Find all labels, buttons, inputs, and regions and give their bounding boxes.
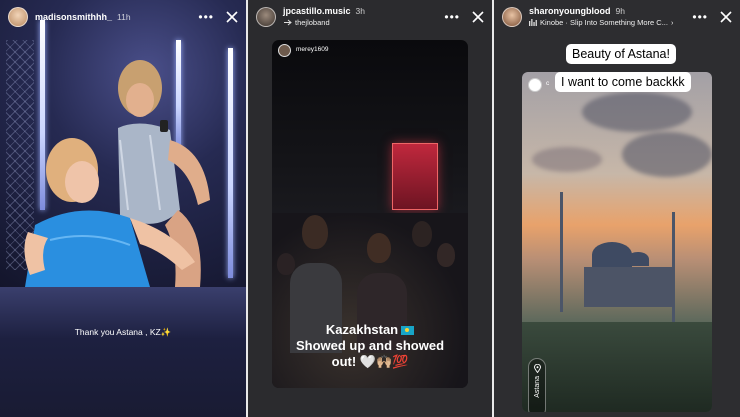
chevron-right-icon[interactable]: › bbox=[671, 17, 674, 28]
timestamp: 9h bbox=[615, 6, 625, 16]
story-caption: Kazakhstan Showed up and showed out! 🤍🙌🏼… bbox=[272, 322, 468, 370]
story-panel-1[interactable]: Thank you Astana , KZ✨ madisonsmithhh_ 1… bbox=[0, 0, 246, 417]
story-header: jpcastillo.music 3h thejloband ••• bbox=[248, 0, 492, 34]
kazakhstan-flag-icon bbox=[401, 326, 415, 335]
username[interactable]: sharonyoungblood bbox=[529, 6, 611, 17]
avatar[interactable] bbox=[8, 7, 28, 27]
username[interactable]: jpcastillo.music bbox=[283, 6, 351, 17]
timestamp: 11h bbox=[117, 11, 131, 22]
avatar bbox=[528, 78, 542, 92]
caption-line-2: Showed up and showed bbox=[295, 338, 445, 353]
concert-stage-photo bbox=[0, 0, 246, 287]
avatar bbox=[278, 44, 291, 57]
close-icon[interactable] bbox=[472, 11, 484, 23]
link-icon bbox=[284, 19, 292, 26]
performer-figures bbox=[24, 60, 210, 287]
reshared-story-card[interactable]: merey1609 Kazakhstan Showed up and showe… bbox=[272, 40, 468, 388]
avatar[interactable] bbox=[256, 7, 276, 27]
location-name: Astana bbox=[533, 376, 541, 398]
close-icon[interactable] bbox=[720, 11, 732, 23]
caption-line-3: out! 🤍🙌🏼💯 bbox=[331, 354, 409, 369]
stage-screen bbox=[392, 143, 438, 210]
music-icon bbox=[529, 19, 537, 26]
close-icon[interactable] bbox=[226, 11, 238, 23]
username[interactable]: madisonsmithhh_ bbox=[35, 12, 112, 23]
text-sticker: Beauty of Astana! bbox=[566, 44, 676, 64]
location-pin-icon bbox=[533, 364, 541, 373]
avatar[interactable] bbox=[502, 7, 522, 27]
trees bbox=[522, 322, 712, 412]
story-header: madisonsmithhh_ 11h ••• bbox=[0, 0, 246, 34]
timestamp: 3h bbox=[355, 6, 365, 16]
more-icon[interactable]: ••• bbox=[692, 11, 708, 23]
minaret bbox=[560, 192, 563, 312]
caption-line-1: Kazakhstan bbox=[325, 322, 399, 337]
more-icon[interactable]: ••• bbox=[444, 11, 460, 23]
text-sticker: I want to come backkk bbox=[555, 72, 691, 92]
location-sticker[interactable]: Astana bbox=[528, 358, 546, 412]
mosque-dome bbox=[592, 242, 632, 267]
reshared-username: merey1609 bbox=[296, 46, 329, 53]
story-caption: Thank you Astana , KZ✨ bbox=[74, 327, 172, 337]
music-track[interactable]: Kinobe · Slip Into Something More C... bbox=[540, 17, 668, 28]
stories-collage: Thank you Astana , KZ✨ madisonsmithhh_ 1… bbox=[0, 0, 740, 417]
story-panel-3[interactable]: c Astana Beauty of Astana! I want to com… bbox=[494, 0, 740, 417]
story-panel-2[interactable]: merey1609 Kazakhstan Showed up and showe… bbox=[248, 0, 492, 417]
linked-account[interactable]: thejloband bbox=[295, 17, 330, 28]
more-icon[interactable]: ••• bbox=[198, 11, 214, 23]
reshared-post-card[interactable]: c Astana bbox=[522, 72, 712, 412]
story-header: sharonyoungblood 9h Kinobe · Slip Into S… bbox=[494, 0, 740, 34]
reshared-username: c bbox=[546, 80, 550, 87]
stage-floor bbox=[0, 287, 246, 417]
